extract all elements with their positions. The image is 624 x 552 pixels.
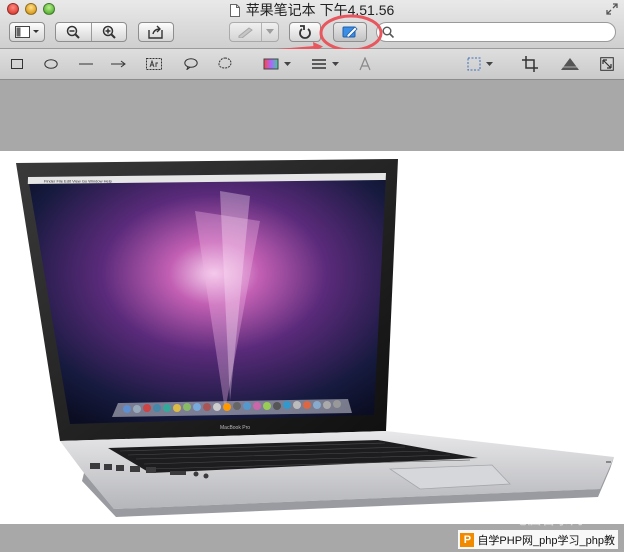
laptop-illustration: Finder File Edit View Go Window Help Mac…: [16, 159, 614, 517]
fullscreen-icon[interactable]: [606, 3, 618, 15]
oval-icon: [44, 59, 58, 69]
chevron-down-icon: [266, 29, 275, 34]
watermark-logo: P: [460, 532, 475, 547]
document-icon: [229, 4, 240, 17]
markup-pen-dropdown[interactable]: [229, 22, 279, 42]
resize-icon: [600, 57, 614, 71]
rotate-button[interactable]: [289, 22, 321, 42]
document-canvas: Finder File Edit View Go Window Help Mac…: [0, 80, 624, 552]
window-title: 苹果笔记本 下午4.51.56: [0, 1, 624, 19]
text-tool[interactable]: [145, 55, 163, 73]
search-input[interactable]: [399, 24, 609, 42]
line-icon: [79, 63, 93, 65]
sidebar-icon: [15, 26, 39, 38]
zoom-out-icon: [67, 25, 80, 39]
adjust-color-tool[interactable]: [558, 55, 582, 73]
search-field[interactable]: [376, 22, 616, 42]
model-label: MacBook Pro: [220, 425, 250, 431]
zoom-in-button[interactable]: [90, 23, 127, 41]
rotate-icon: [299, 25, 311, 39]
speech-bubble-tool[interactable]: [182, 55, 200, 73]
crop-tool[interactable]: [519, 55, 541, 73]
watermark-text: 自学PHP网_php学习_php教: [477, 534, 615, 547]
line-weight-dropdown[interactable]: [310, 55, 342, 73]
zoom-out-button[interactable]: [56, 23, 91, 41]
view-mode-button[interactable]: [9, 22, 45, 42]
font-tool[interactable]: [356, 55, 374, 73]
faint-watermark: 电脑百事网: [513, 512, 584, 527]
title-bar: 苹果笔记本 下午4.51.56: [0, 0, 624, 49]
color-picker-dropdown[interactable]: [261, 55, 295, 73]
edit-toolbar: [0, 49, 624, 80]
search-icon: [382, 26, 394, 38]
arrow-tool[interactable]: [110, 55, 128, 73]
crop-icon: [522, 56, 538, 72]
preview-window: 苹果笔记本 下午4.51.56 Finder File Edit View Go…: [0, 0, 624, 552]
font-icon: [359, 57, 371, 71]
share-button[interactable]: [138, 22, 174, 42]
lasso-tool[interactable]: [216, 55, 234, 73]
selection-icon: [467, 57, 493, 71]
line-tool[interactable]: [77, 55, 95, 73]
arrow-icon: [111, 60, 126, 68]
laptop-screen: [28, 173, 386, 424]
color-swatch-icon: [263, 58, 291, 70]
zoom-button-group: [55, 22, 127, 42]
text-box-icon: [146, 58, 162, 70]
lasso-icon: [218, 57, 232, 69]
rectangle-tool[interactable]: [9, 55, 25, 73]
screen-menubar-items: Finder File Edit View Go Window Help: [44, 179, 113, 184]
edit-toolbar-icon: [342, 26, 358, 38]
selection-dropdown[interactable]: [466, 55, 496, 73]
prism-icon: [560, 58, 580, 70]
laptop-image: Finder File Edit View Go Window Help Mac…: [0, 151, 624, 524]
zoom-in-icon: [102, 25, 116, 39]
oval-tool[interactable]: [42, 55, 60, 73]
line-weight-icon: [312, 59, 339, 69]
rectangle-icon: [11, 59, 23, 69]
speech-bubble-icon: [184, 58, 198, 70]
site-watermark: P 自学PHP网_php学习_php教: [458, 530, 618, 549]
share-icon: [148, 25, 163, 39]
pen-icon: [238, 27, 253, 38]
window-title-text: 苹果笔记本 下午4.51.56: [245, 2, 395, 18]
adjust-size-tool[interactable]: [597, 55, 617, 73]
sleep-indicator: [606, 461, 611, 463]
show-edit-toolbar-button[interactable]: [333, 22, 367, 42]
